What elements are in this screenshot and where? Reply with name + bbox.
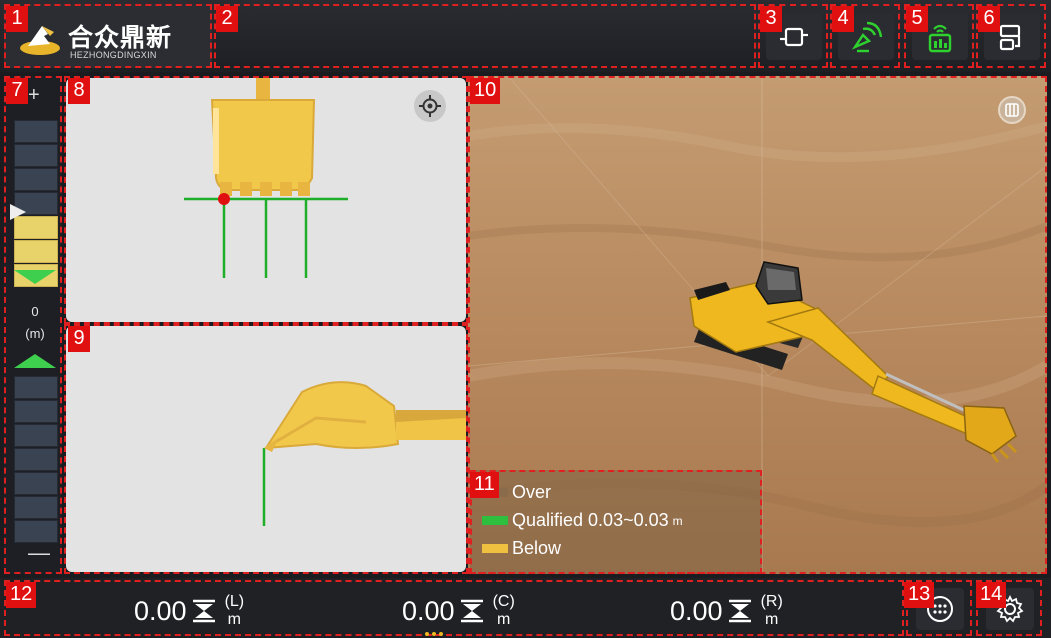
- scale-unit: (m): [25, 326, 45, 341]
- front-view-panel: [66, 78, 466, 322]
- logo: 合众鼎新 HEZHONGDINGXIN: [4, 4, 212, 68]
- page-dots-icon: [425, 632, 443, 636]
- badge-8: 8: [68, 78, 90, 104]
- badge-14: 14: [976, 582, 1007, 608]
- readout-center-value: 0.00: [402, 595, 455, 626]
- badge-4: 4: [832, 6, 854, 32]
- qualified-up-arrow-icon: [14, 354, 56, 368]
- readout-center-position: (C): [492, 593, 515, 610]
- logo-chinese-text: 合众鼎新: [68, 23, 173, 52]
- readout-center-unit: m: [497, 611, 511, 628]
- crosshair-icon: [419, 95, 441, 117]
- excavator-guidance-app: 合众鼎新 HEZHONGDINGXIN + 0 (m) — Over Quali…: [0, 0, 1051, 638]
- readout-center: 0.00 (C) m: [402, 588, 515, 634]
- current-position-pointer-icon: [10, 204, 26, 220]
- badge-5: 5: [906, 6, 928, 32]
- qualified-down-arrow-icon: [14, 270, 56, 284]
- elevation-delta-icon: [192, 599, 215, 623]
- badge-7: 7: [6, 78, 28, 104]
- view-mode-button[interactable]: [998, 96, 1026, 124]
- readout-left-unit: m: [227, 611, 241, 628]
- badge-13: 13: [904, 582, 935, 608]
- badge-2: 2: [216, 6, 238, 32]
- connection-icon: [780, 27, 808, 47]
- readout-left-value: 0.00: [134, 595, 187, 626]
- readout-left: 0.00 (L) m: [134, 588, 244, 634]
- top-bar: 合众鼎新 HEZHONGDINGXIN: [0, 0, 1051, 72]
- elevation-delta-icon: [460, 599, 483, 623]
- scale-value: 0: [31, 304, 39, 319]
- elevation-delta-icon: [728, 599, 751, 623]
- badge-11: 11: [470, 472, 499, 498]
- view-3d-icon: [1005, 103, 1019, 117]
- satellite-icon: [851, 21, 883, 53]
- badge-12: 12: [6, 582, 37, 608]
- badge-9: 9: [68, 326, 90, 352]
- readout-left-position: (L): [224, 593, 245, 610]
- readout-right: 0.00 (R) m: [670, 588, 783, 634]
- elevation-scale: + 0 (m) —: [4, 76, 62, 574]
- bucket-side-view: [262, 381, 466, 526]
- logo-english-text: HEZHONGDINGXIN: [70, 50, 157, 60]
- scale-zoom-out-button[interactable]: —: [28, 540, 50, 566]
- badge-1: 1: [6, 6, 28, 32]
- title-area: [214, 4, 756, 68]
- readout-right-unit: m: [765, 611, 779, 628]
- readout-right-position: (R): [760, 593, 783, 610]
- bucket-front-view: [184, 78, 348, 278]
- side-view-panel: [66, 326, 466, 572]
- device-switch-icon: [999, 24, 1021, 51]
- badge-6: 6: [978, 6, 1000, 32]
- scale-zoom-in-button[interactable]: +: [28, 84, 40, 107]
- locate-button[interactable]: [414, 90, 446, 122]
- readout-right-value: 0.00: [670, 595, 723, 626]
- badge-10: 10: [470, 78, 501, 104]
- badge-3: 3: [760, 6, 782, 32]
- radio-signal-icon: [928, 24, 952, 53]
